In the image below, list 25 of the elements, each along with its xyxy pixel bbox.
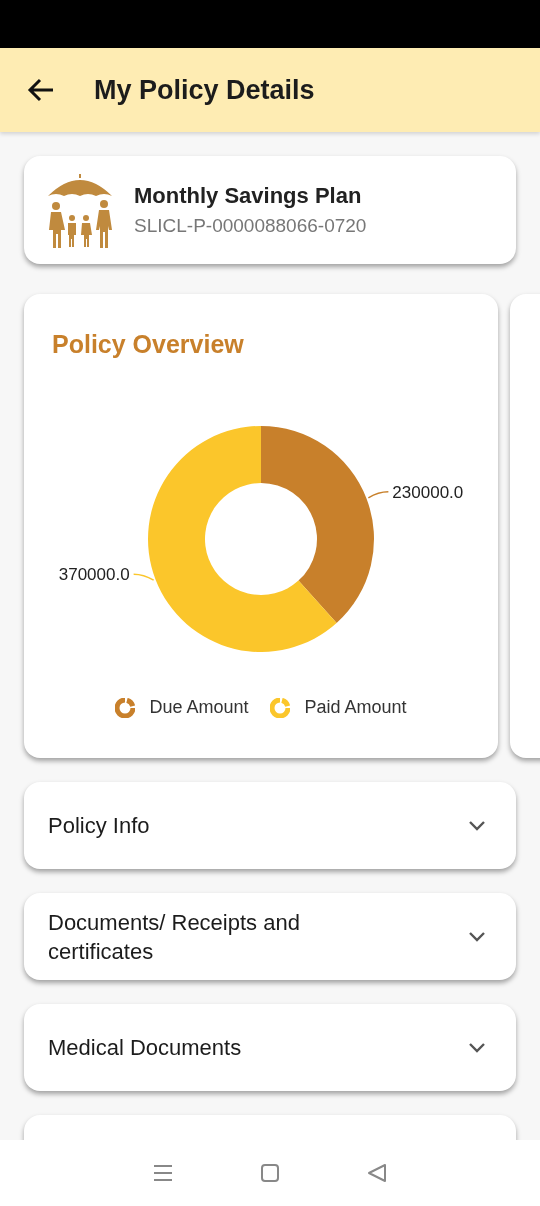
card-title: Policy Overview (52, 330, 245, 359)
leader-line (367, 491, 390, 499)
chevron-down-icon (468, 1041, 486, 1054)
family-umbrella-icon (46, 172, 114, 248)
accordion-item[interactable]: Policy Info (24, 782, 516, 869)
accordion-item[interactable]: Medical Documents (24, 1004, 516, 1091)
policy-number: SLICL-P-0000088066-0720 (134, 215, 367, 237)
chevron-down-icon (468, 930, 486, 943)
square-icon (260, 1163, 280, 1183)
legend-label: Paid Amount (304, 697, 407, 718)
legend-icon (270, 697, 291, 718)
recents-button[interactable] (153, 1164, 174, 1182)
plan-name: Monthly Savings Plan (134, 183, 363, 209)
home-button[interactable] (260, 1163, 280, 1183)
accordion-item[interactable]: Documents/ Receipts and certificates (24, 893, 516, 980)
triangle-back-icon (366, 1163, 387, 1183)
page-title: My Policy Details (94, 74, 315, 106)
leader-line (132, 573, 155, 581)
legend-label: Due Amount (149, 697, 249, 718)
value-label: 230000.0 (392, 482, 464, 502)
value-label: 370000.0 (58, 565, 130, 585)
chevron-down-icon (468, 819, 486, 832)
back-nav-button[interactable] (366, 1163, 387, 1183)
legend-icon (115, 697, 136, 718)
menu-icon (153, 1164, 174, 1182)
